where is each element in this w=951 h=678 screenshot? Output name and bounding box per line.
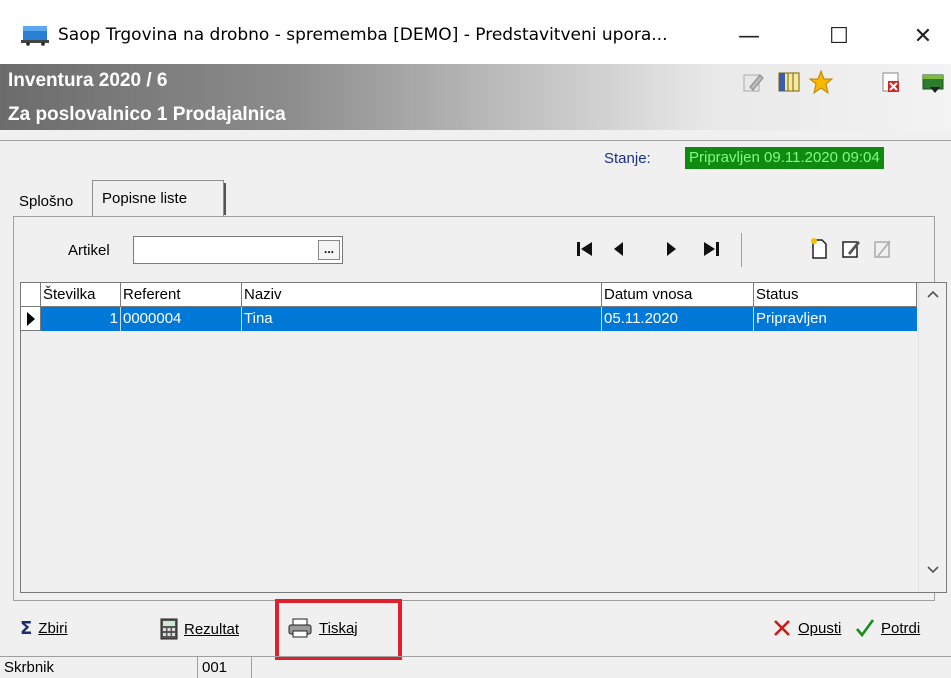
cell-status: Pripravljen xyxy=(756,310,827,327)
statusbar-code: 001 xyxy=(198,657,252,678)
status-bar: Skrbnik 001 xyxy=(0,656,951,678)
scroll-down-icon[interactable] xyxy=(926,565,940,575)
edit-record-icon[interactable] xyxy=(838,236,864,262)
cell-stevilka: 1 xyxy=(41,307,121,331)
tab-popisne-liste[interactable]: Popisne liste xyxy=(92,180,226,216)
potrdi-label: Potrdi xyxy=(881,619,921,637)
toolbar-separator xyxy=(741,233,742,267)
favorite-star-icon[interactable] xyxy=(808,69,834,95)
calculator-icon xyxy=(160,618,178,640)
close-button[interactable]: ✕ xyxy=(900,16,946,56)
cancel-x-icon xyxy=(774,620,790,636)
window-title: Saop Trgovina na drobno - sprememba [DEM… xyxy=(58,25,668,45)
zbiri-button[interactable]: Σ Zbiri xyxy=(20,618,67,639)
grid-corner xyxy=(21,283,41,307)
status-badge: Pripravljen 09.11.2020 09:04 xyxy=(685,147,884,169)
document-subtitle: Za poslovalnico 1 Prodajalnica xyxy=(8,104,286,125)
columns-icon[interactable] xyxy=(776,69,802,95)
opusti-label: Opusti xyxy=(798,619,842,637)
cell-datum-vnosa: 05.11.2020 xyxy=(602,307,754,331)
sigma-icon: Σ xyxy=(20,618,33,639)
statusbar-message xyxy=(252,657,951,678)
window-title-bar: Saop Trgovina na drobno - sprememba [DEM… xyxy=(0,0,951,64)
new-record-icon[interactable] xyxy=(806,236,832,262)
tab-splosno-label: Splošno xyxy=(19,193,74,210)
checkmark-icon xyxy=(856,619,875,638)
divider xyxy=(0,140,951,141)
column-header-referent[interactable]: Referent xyxy=(121,283,242,307)
cell-referent: 0000004 xyxy=(121,307,242,331)
previous-record-icon[interactable] xyxy=(606,236,632,262)
potrdi-button[interactable]: Potrdi xyxy=(855,618,920,638)
table-row[interactable]: 1 0000004 Tina 05.11.2020 Pripravljen xyxy=(41,307,917,331)
last-record-icon[interactable] xyxy=(698,236,724,262)
maximize-button[interactable]: ☐ xyxy=(816,16,862,56)
tab-splosno[interactable]: Splošno xyxy=(19,193,73,210)
first-record-icon[interactable] xyxy=(572,236,598,262)
next-record-icon[interactable] xyxy=(658,236,684,262)
exit-book-icon[interactable] xyxy=(920,69,946,95)
delete-document-icon[interactable] xyxy=(878,69,904,95)
column-header-datum-vnosa[interactable]: Datum vnosa xyxy=(602,283,754,307)
column-header-stevilka[interactable]: Številka xyxy=(41,283,121,307)
column-header-naziv[interactable]: Naziv xyxy=(242,283,602,307)
rezultat-label: Rezultat xyxy=(184,620,240,638)
opusti-button[interactable]: Opusti xyxy=(772,618,841,638)
rezultat-button[interactable]: Rezultat xyxy=(160,618,239,640)
artikel-browse-button[interactable]: ... xyxy=(318,240,340,260)
document-title: Inventura 2020 / 6 xyxy=(8,70,168,91)
artikel-label: Artikel xyxy=(68,242,110,259)
status-label: Stanje: xyxy=(604,150,651,167)
edit-icon[interactable] xyxy=(740,69,766,95)
column-header-status[interactable]: Status xyxy=(754,283,917,307)
cell-naziv: Tina xyxy=(242,307,602,331)
delete-record-icon xyxy=(874,240,891,258)
tab-popisne-liste-label: Popisne liste xyxy=(102,190,188,207)
data-grid[interactable]: Številka Referent Naziv Datum vnosa Stat… xyxy=(20,282,947,593)
document-header: Inventura 2020 / 6 Za poslovalnico 1 Pro… xyxy=(0,64,951,130)
highlight-box xyxy=(275,599,402,660)
zbiri-label: Zbiri xyxy=(38,620,68,637)
minimize-button[interactable]: — xyxy=(726,16,772,56)
current-row-arrow-icon xyxy=(27,312,35,326)
statusbar-user: Skrbnik xyxy=(0,657,198,678)
vertical-scrollbar[interactable] xyxy=(918,283,946,592)
artikel-input[interactable] xyxy=(133,236,343,264)
scroll-up-icon[interactable] xyxy=(926,289,940,299)
row-indicator[interactable] xyxy=(21,307,41,331)
shopping-cart-icon xyxy=(21,26,49,46)
